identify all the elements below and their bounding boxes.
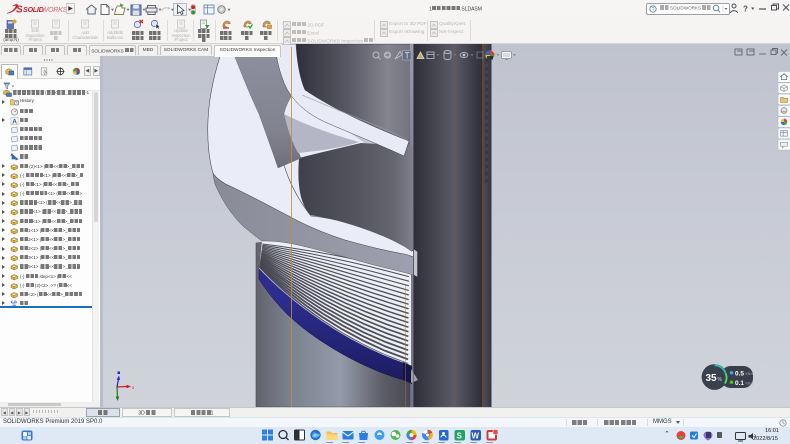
svg-text:S: S xyxy=(457,432,463,441)
svg-text:35: 35 xyxy=(706,373,718,384)
svg-text:WORKS: WORKS xyxy=(42,5,67,14)
svg-text:0.5: 0.5 xyxy=(735,371,744,378)
svg-text:KB/s: KB/s xyxy=(746,382,754,386)
svg-text:?: ? xyxy=(743,5,748,14)
svg-text:A: A xyxy=(12,118,17,125)
svg-text:W: W xyxy=(472,432,480,441)
svg-text:KB/s: KB/s xyxy=(746,372,754,376)
svg-text:?: ? xyxy=(652,7,655,13)
svg-text:SOLID: SOLID xyxy=(23,5,44,14)
svg-text:%: % xyxy=(718,377,723,383)
svg-text:S: S xyxy=(16,5,23,16)
svg-text:0.1: 0.1 xyxy=(735,380,744,387)
